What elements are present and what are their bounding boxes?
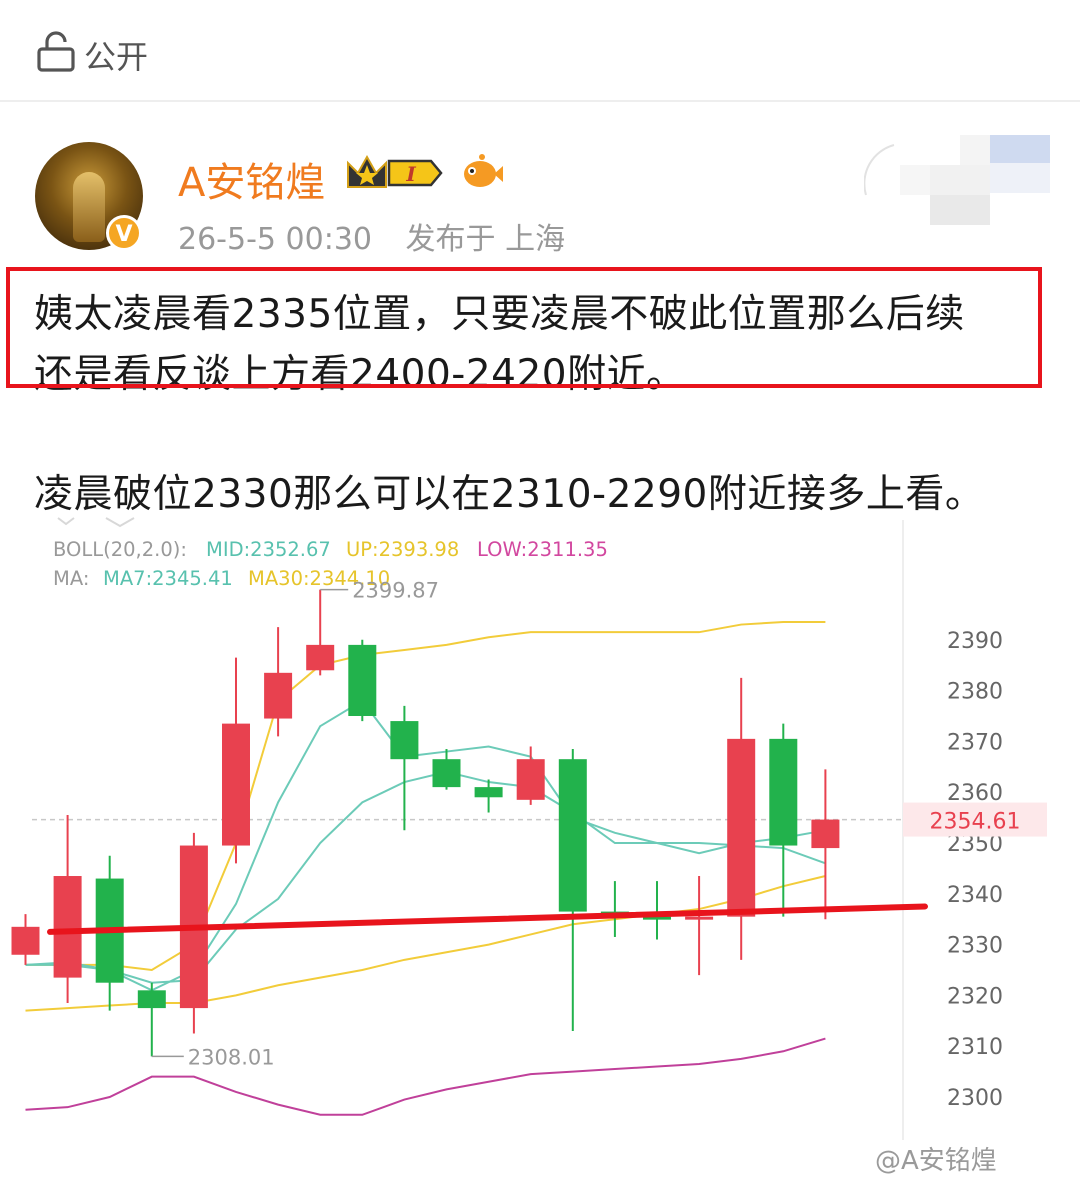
candle-body (811, 819, 840, 849)
boll-up-value: UP:2393.98 (346, 538, 459, 561)
y-axis-tick-label: 2390 (947, 629, 1003, 654)
candle-body (11, 926, 40, 955)
boll-mid-line (25, 699, 826, 992)
boll-label: BOLL(20,2.0): (53, 538, 187, 561)
y-axis-tick-label: 2310 (947, 1035, 1003, 1060)
post-meta: 26-5-5 00:30 发布于 上海 (178, 214, 589, 258)
y-axis-tick-label: 2370 (947, 730, 1003, 755)
lock-icon (37, 31, 75, 72)
highlight-box (6, 267, 1042, 388)
weibo-watermark: @A安铭煌 (875, 1146, 997, 1176)
y-axis-tick-label: 2340 (947, 883, 1003, 908)
crown-badge-icon[interactable]: I (345, 153, 445, 193)
candle-body (264, 672, 293, 719)
post-location: 发布于 上海 (405, 222, 566, 257)
candlestick-chart-image[interactable]: BOLL(20,2.0): MID:2352.67 UP:2393.98 LOW… (0, 510, 1080, 1188)
boll-lower-band (25, 1037, 826, 1116)
ma7-value: MA7:2345.41 (103, 567, 233, 590)
candle-body (390, 721, 419, 760)
post-timestamp: 26-5-5 00:30 (178, 222, 372, 257)
candle-body (474, 787, 503, 798)
low-price-label: 2308.01 (188, 1045, 275, 1069)
candle-body (558, 759, 587, 912)
boll-mid-value: MID:2352.67 (206, 538, 331, 561)
candle-body (137, 990, 166, 1009)
candle-body (306, 644, 335, 671)
current-price-label: 2354.61 (930, 810, 1021, 835)
top-bar: 公开 (0, 0, 1080, 102)
boll-low-value: LOW:2311.35 (477, 538, 608, 561)
fish-badge-icon[interactable] (460, 152, 504, 192)
visibility-label[interactable]: 公开 (84, 32, 148, 78)
username[interactable]: A安铭煌 (178, 150, 325, 208)
candle-body (516, 759, 545, 800)
candle-body (727, 738, 756, 917)
candle-body (348, 644, 377, 716)
candle-body (222, 723, 250, 846)
collapse-chevrons-icon (57, 517, 135, 528)
follow-button-obscured[interactable] (864, 135, 1050, 225)
y-axis-tick-label: 2320 (947, 984, 1003, 1009)
high-price-label: 2399.87 (352, 579, 439, 603)
candle-body (685, 916, 714, 920)
y-axis-tick-label: 2330 (947, 934, 1003, 959)
candle-body (432, 759, 461, 788)
level-badge-text: I (405, 162, 416, 186)
verified-v-icon: V (106, 215, 142, 251)
candle-body (53, 876, 82, 978)
ma-label: MA: (53, 567, 89, 590)
y-axis-tick-label: 2380 (947, 680, 1003, 705)
candle-body (769, 738, 798, 846)
y-axis-tick-label: 2300 (947, 1086, 1003, 1111)
y-axis-tick-label: 2360 (947, 781, 1003, 806)
ma7-line (25, 770, 826, 984)
